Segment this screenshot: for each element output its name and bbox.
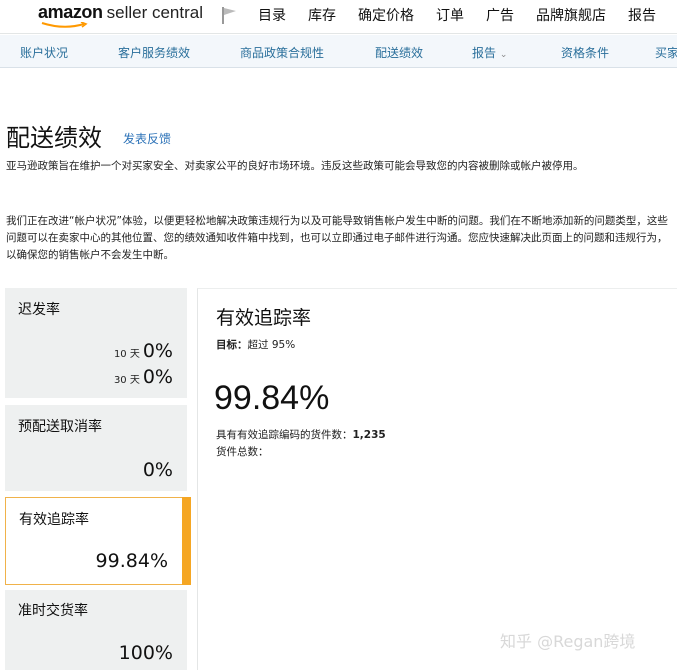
late-rate-30-day: 30 天 0% (114, 366, 173, 388)
target-value: 超过 95% (247, 339, 296, 351)
nav-advertising[interactable]: 广告 (486, 5, 514, 25)
metric-value: 100% (118, 642, 173, 664)
metric-card-late-rate[interactable]: 迟发率 10 天 0% 30 天 0% (5, 288, 187, 398)
period-label: 10 天 (113, 349, 140, 360)
nav-pricing[interactable]: 确定价格 (358, 5, 414, 25)
subnav-account-health[interactable]: 账户状况 (20, 44, 68, 61)
selected-indicator (182, 497, 191, 585)
logo-amazon-text: amazon (38, 2, 103, 22)
page-title: 配送绩效 (6, 124, 102, 152)
nav-orders[interactable]: 订单 (436, 5, 464, 25)
metric-card-tracking-rate[interactable]: 有效追踪率 99.84% (5, 497, 191, 585)
nav-reports[interactable]: 报告 (628, 5, 656, 25)
target-line: 目标：超过 95% (216, 337, 295, 352)
account-health-paragraph: 我们正在改进“帐户状况”体验，以便更轻松地解决政策违规行为以及可能导致销售帐户发… (6, 215, 668, 261)
top-nav: 目录 库存 确定价格 订单 广告 品牌旗舰店 报告 绩效 (258, 5, 677, 25)
metric-value: 0% (142, 340, 173, 362)
card-title: 迟发率 (18, 302, 60, 318)
period-label: 30 天 (113, 375, 140, 386)
sub-nav: 账户状况 客户服务绩效 商品政策合规性 配送绩效 报告 ⌄ 资格条件 买家 (0, 35, 677, 68)
target-label: 目标： (216, 339, 248, 351)
detail-panel: 有效追踪率 目标：超过 95% 99.84% 具有有效追踪编码的货件数：1,23… (197, 288, 677, 670)
subnav-customer-service[interactable]: 客户服务绩效 (118, 44, 190, 61)
count-value: 1,235 (352, 429, 386, 441)
nav-stores[interactable]: 品牌旗舰店 (536, 5, 606, 25)
watermark: 知乎 @Regan跨境 (500, 632, 636, 651)
valid-tracking-count-line: 具有有效追踪编码的货件数：1,235 (216, 427, 386, 442)
amazon-smile-icon (41, 22, 88, 28)
top-header: amazon seller central 目录 库存 确定价格 订单 广告 品… (0, 0, 677, 34)
nav-catalog[interactable]: 目录 (258, 5, 286, 25)
subnav-policy-compliance[interactable]: 商品政策合规性 (240, 44, 324, 61)
total-shipments-line: 货件总数： (216, 444, 269, 459)
metric-card-cancel-rate[interactable]: 预配送取消率 0% (5, 405, 187, 491)
policy-paragraph: 亚马逊政策旨在维护一个对买家安全、对卖家公平的良好市场环境。违反这些政策可能会导… (6, 160, 584, 172)
metric-value: 99.84% (95, 550, 168, 572)
count-label: 具有有效追踪编码的货件数： (216, 429, 353, 441)
count-label: 货件总数： (216, 446, 269, 458)
card-title: 有效追踪率 (19, 512, 89, 528)
amazon-seller-central-logo[interactable]: amazon seller central (38, 2, 203, 28)
subnav-reports[interactable]: 报告 ⌄ (472, 44, 507, 61)
late-rate-10-day: 10 天 0% (114, 340, 173, 362)
metric-value: 0% (142, 366, 173, 388)
subnav-reports-label: 报告 (472, 46, 497, 60)
nav-inventory[interactable]: 库存 (308, 5, 336, 25)
logo-seller-central-text: seller central (106, 3, 203, 22)
feedback-link[interactable]: 发表反馈 (123, 130, 171, 147)
card-title: 准时交货率 (18, 603, 88, 619)
detail-title: 有效追踪率 (216, 307, 312, 329)
subnav-shipping-performance[interactable]: 配送绩效 (375, 44, 423, 61)
metric-card-on-time-delivery[interactable]: 准时交货率 100% (5, 590, 187, 670)
big-metric-value: 99.84% (214, 379, 330, 417)
card-title: 预配送取消率 (18, 419, 102, 435)
chevron-down-icon: ⌄ (499, 50, 508, 60)
metric-value: 0% (142, 459, 173, 481)
subnav-eligibility[interactable]: 资格条件 (561, 44, 609, 61)
subnav-buyer[interactable]: 买家 (655, 44, 677, 61)
flag-icon[interactable] (219, 5, 241, 25)
